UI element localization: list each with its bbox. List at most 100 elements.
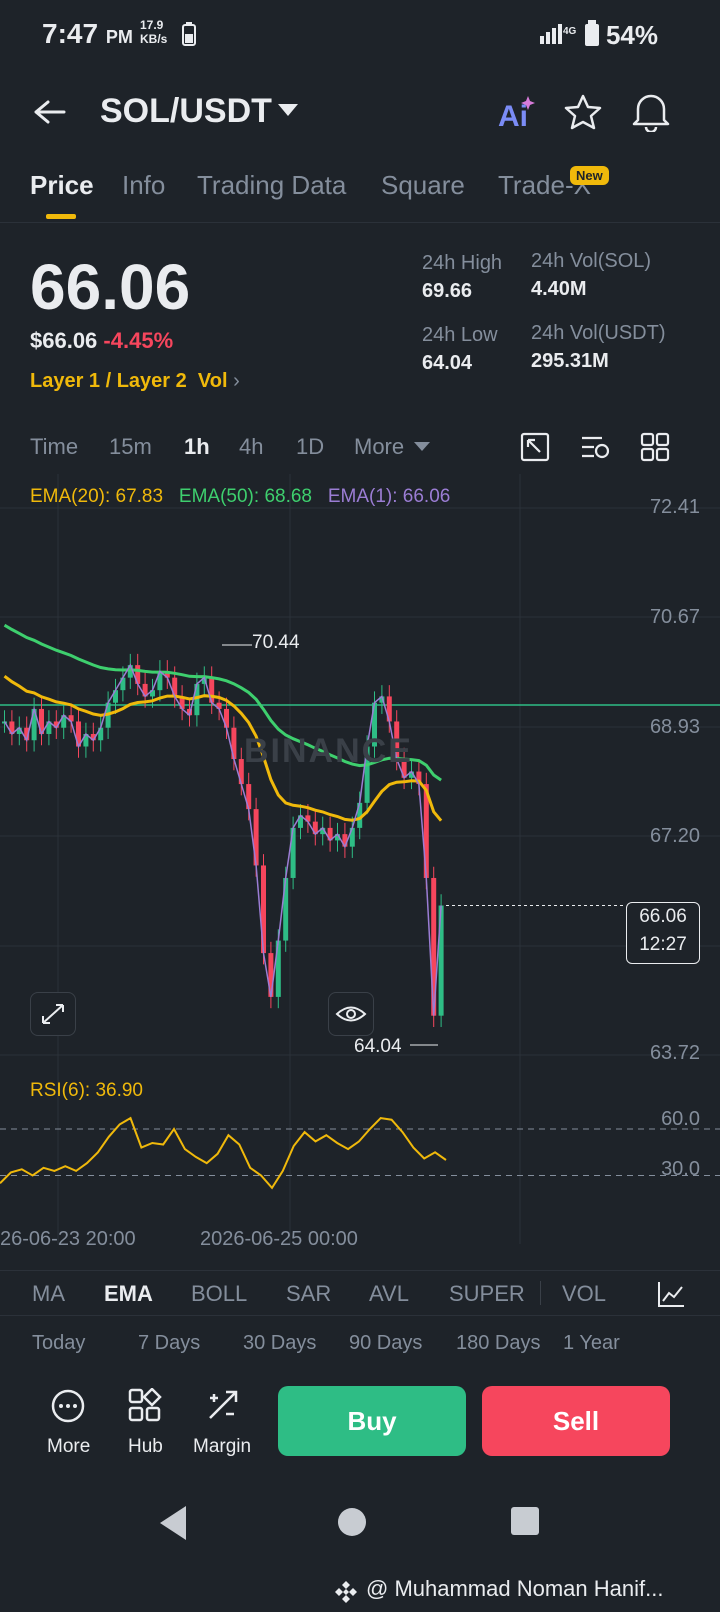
tab-square[interactable]: Square	[381, 170, 465, 201]
indicator-super[interactable]: SUPER	[449, 1281, 525, 1307]
binance-logo-icon	[335, 1581, 357, 1603]
battery-percent: 54%	[605, 20, 658, 50]
toggle-visibility-button[interactable]	[328, 992, 374, 1036]
hub-label[interactable]: Hub	[128, 1436, 163, 1458]
rsi-level-60: 60.0	[661, 1108, 700, 1130]
candlestick-chart[interactable]	[0, 474, 720, 1264]
indicator-ma[interactable]: MA	[32, 1281, 65, 1307]
current-price-value: 66.06	[639, 906, 687, 927]
rsi-label: RSI(6): 36.90	[30, 1080, 143, 1101]
status-time: 7:47 PM	[42, 18, 133, 49]
y-tick: 70.67	[649, 606, 700, 628]
vol-sol-label: 24h Vol(SOL)	[531, 250, 652, 272]
ema-lines	[3, 623, 443, 1016]
expand-chart-button[interactable]	[30, 992, 76, 1036]
network-type: 4G	[563, 26, 577, 37]
interval-1d[interactable]: 1D	[296, 434, 324, 460]
nav-recents-icon[interactable]	[508, 1504, 542, 1538]
more-label[interactable]: More	[47, 1436, 90, 1458]
perf-1y[interactable]: 1 Year	[563, 1332, 620, 1355]
usd-price: $66.06	[30, 328, 98, 353]
expand-icon	[42, 1004, 64, 1024]
star-icon[interactable]	[564, 94, 602, 130]
vol-sol-value: 4.40M	[531, 278, 587, 300]
low-value: 64.04	[422, 352, 473, 374]
last-price: 66.06	[30, 251, 191, 323]
margin-icon[interactable]	[206, 1388, 240, 1422]
perf-90d[interactable]: 90 Days	[349, 1332, 422, 1355]
sell-button[interactable]: Sell	[482, 1386, 670, 1456]
tab-info[interactable]: Info	[122, 170, 165, 201]
indicator-sar[interactable]: SAR	[286, 1281, 331, 1307]
y-tick: 72.41	[649, 496, 700, 518]
margin-label[interactable]: Margin	[193, 1436, 251, 1458]
perf-today[interactable]: Today	[32, 1332, 85, 1355]
more-chevron-icon	[414, 442, 430, 451]
perf-180d[interactable]: 180 Days	[456, 1332, 541, 1355]
buy-button[interactable]: Buy	[278, 1386, 466, 1456]
x-tick: 26-06-23 20:00	[0, 1228, 136, 1250]
interval-more[interactable]: More	[354, 434, 404, 460]
interval-bar: Time 15m 1h 4h 1D More	[0, 428, 720, 468]
active-tab-indicator	[46, 214, 76, 219]
indicator-boll[interactable]: BOLL	[191, 1281, 247, 1307]
rsi-panel	[0, 1116, 720, 1190]
ema-legend: EMA(20): 67.83 EMA(50): 68.68 EMA(1): 66…	[30, 486, 450, 508]
chart-grid	[0, 474, 720, 1244]
nav-back-icon[interactable]	[156, 1504, 190, 1542]
interval-1h[interactable]: 1h	[184, 434, 210, 460]
high-value: 69.66	[422, 280, 473, 302]
indicator-tabs: MA EMA BOLL SAR AVL SUPER VOL	[0, 1270, 720, 1316]
low-label: 24h Low	[422, 324, 498, 346]
ema20-label: EMA(20): 67.83	[30, 486, 164, 507]
back-arrow-icon[interactable]	[32, 98, 66, 126]
nav-home-icon[interactable]	[334, 1504, 370, 1540]
interval-15m[interactable]: 15m	[109, 434, 152, 460]
chevron-right-icon: ›	[233, 370, 240, 392]
low-marker-label: 64.04	[354, 1036, 402, 1057]
current-price-tag: 66.06 12:27	[626, 902, 700, 964]
tab-price[interactable]: Price	[30, 170, 94, 201]
network-speed: 17.9 KB/s	[140, 18, 168, 46]
bell-icon[interactable]	[632, 92, 670, 132]
vol-usdt-label: 24h Vol(USDT)	[531, 322, 666, 344]
indicator-settings-icon[interactable]	[656, 1279, 686, 1309]
author-watermark: @ Muhammad Noman Hanif...	[366, 1576, 664, 1601]
vol-tag[interactable]: Vol	[198, 370, 228, 392]
chart-watermark: BINANCE	[244, 732, 413, 770]
grid-layout-icon[interactable]	[640, 432, 670, 462]
indicator-avl[interactable]: AVL	[369, 1281, 409, 1307]
chart-settings-icon[interactable]	[580, 432, 612, 462]
chevron-down-icon[interactable]	[278, 104, 298, 118]
perf-30d[interactable]: 30 Days	[243, 1332, 316, 1355]
hub-icon[interactable]	[128, 1388, 162, 1422]
bottom-action-bar: More Hub Margin Buy Sell	[0, 1380, 720, 1470]
category-tag[interactable]: Layer 1 / Layer 2	[30, 370, 187, 392]
pair-selector[interactable]: SOL/USDT	[100, 92, 272, 131]
tab-trading-data[interactable]: Trading Data	[197, 170, 346, 201]
candle-countdown: 12:27	[639, 934, 687, 955]
fullscreen-chart-icon[interactable]	[520, 432, 550, 462]
high-marker-label: 70.44	[252, 632, 300, 653]
interval-4h[interactable]: 4h	[239, 434, 263, 460]
x-tick: 2026-06-25 00:00	[200, 1228, 358, 1250]
indicator-ema[interactable]: EMA	[104, 1281, 153, 1307]
ema1-label: EMA(1): 66.06	[327, 486, 451, 507]
indicator-vol[interactable]: VOL	[562, 1281, 606, 1307]
new-badge: New	[570, 166, 609, 185]
pair-title: SOL/USDT	[100, 92, 272, 130]
y-tick: 68.93	[649, 716, 700, 738]
eye-icon	[335, 1006, 367, 1022]
y-tick: 63.72	[649, 1042, 700, 1064]
perf-7d[interactable]: 7 Days	[138, 1332, 200, 1355]
rsi-level-30: 30.0	[661, 1158, 700, 1180]
battery-icon	[585, 20, 599, 46]
more-dots-icon[interactable]	[50, 1388, 86, 1424]
svg-text:Ai: Ai	[498, 100, 528, 130]
y-tick: 67.20	[649, 825, 700, 847]
interval-time[interactable]: Time	[30, 434, 78, 460]
usd-price-line: $66.06 -4.45%	[30, 328, 173, 354]
ai-icon[interactable]: Ai	[496, 94, 536, 130]
category-tags[interactable]: Layer 1 / Layer 2 Vol ›	[30, 370, 240, 393]
ema50-label: EMA(50): 68.68	[178, 486, 312, 507]
